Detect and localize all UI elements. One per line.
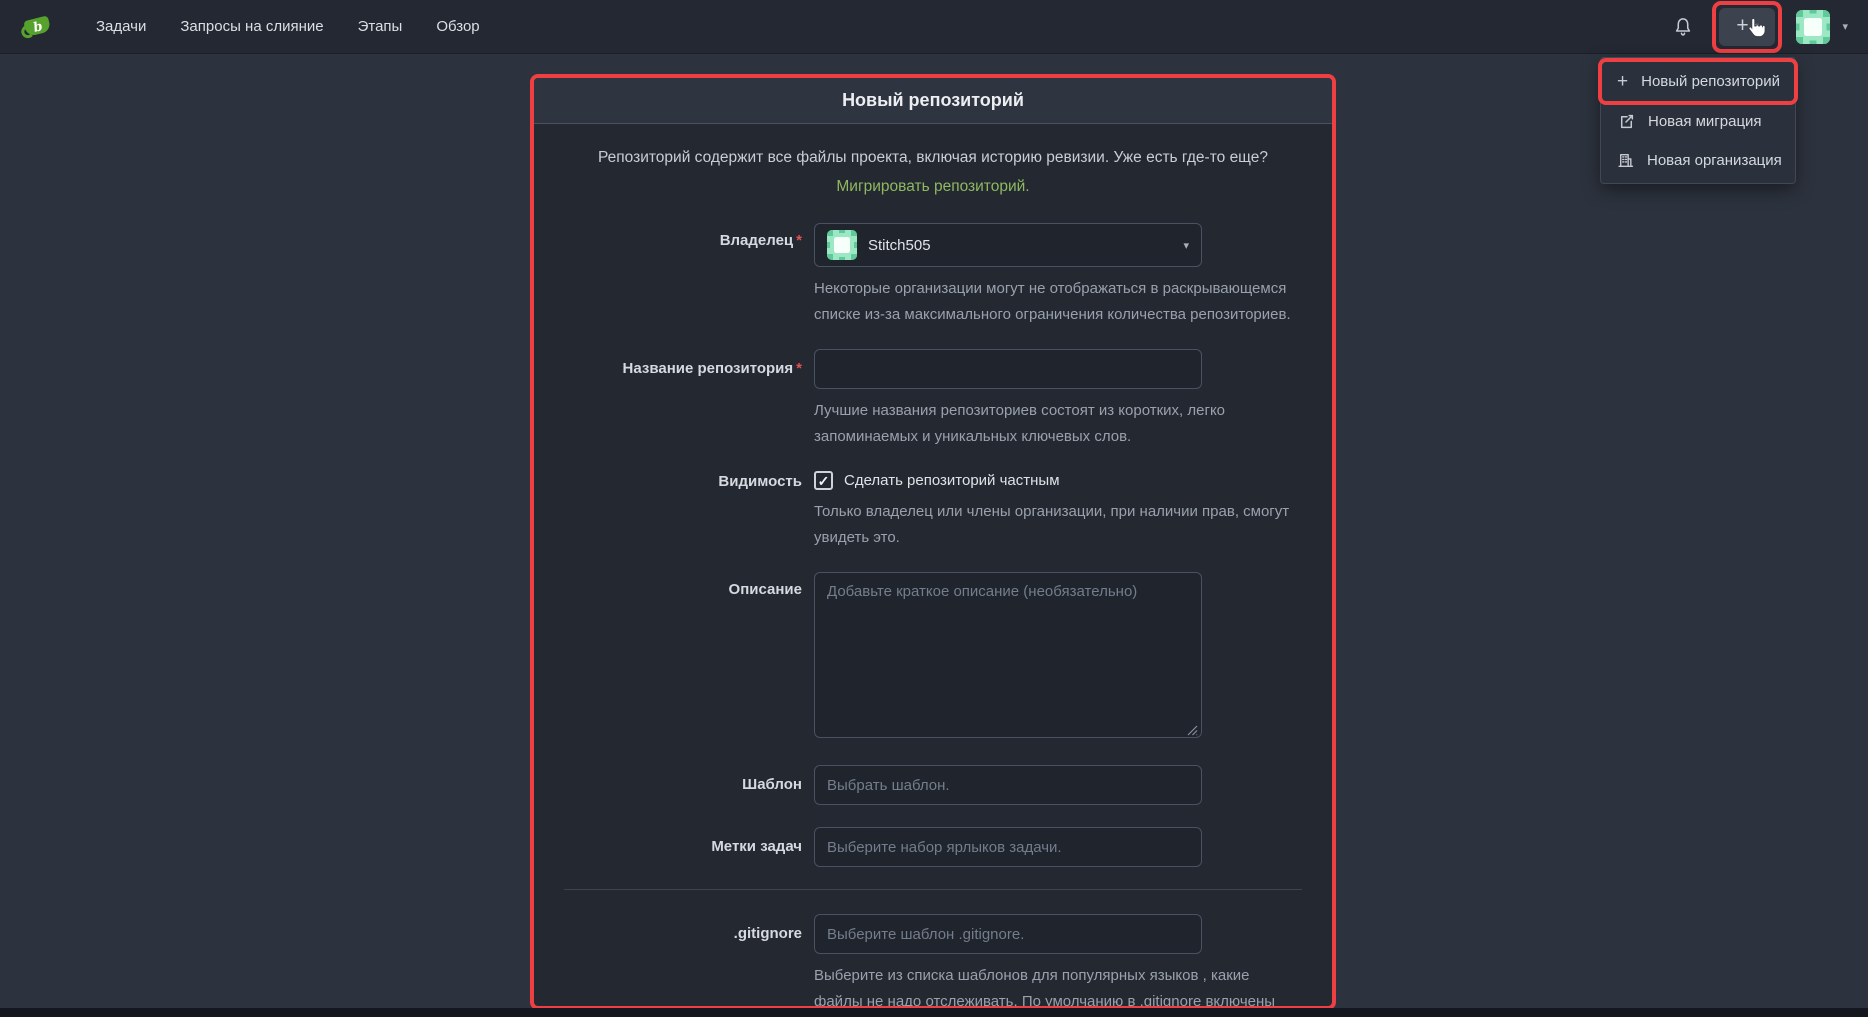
- visibility-label: Видимость: [564, 471, 802, 550]
- bottom-strip: [0, 1008, 1868, 1017]
- create-new-button[interactable]: + ▾: [1719, 8, 1775, 46]
- description-field: [814, 572, 1202, 743]
- gitignore-field: Выберите из списка шаблонов для популярн…: [814, 914, 1302, 1010]
- template-label: Шаблон: [564, 765, 802, 805]
- form-row-issue-labels: Метки задач: [564, 827, 1302, 867]
- required-asterisk: *: [796, 360, 802, 377]
- repo-name-label-text: Название репозитория: [623, 360, 794, 377]
- form-row-owner: Владелец* Stitch505: [564, 223, 1302, 327]
- migration-icon: [1617, 113, 1635, 130]
- repo-name-label: Название репозитория*: [564, 349, 802, 449]
- create-dropdown-menu: + Новый репозиторий Новая миграция Новая…: [1600, 57, 1796, 184]
- panel-body: Репозиторий содержит все файлы проекта, …: [534, 124, 1332, 1010]
- issue-labels-input[interactable]: [814, 827, 1202, 867]
- organization-icon: [1617, 152, 1634, 169]
- nav-item-explore[interactable]: Обзор: [422, 9, 493, 44]
- gitignore-label: .gitignore: [564, 914, 802, 1010]
- form-row-visibility: Видимость ✓ Сделать репозиторий частным …: [564, 471, 1302, 550]
- visibility-field: ✓ Сделать репозиторий частным Только вла…: [814, 471, 1302, 550]
- page-title: Новый репозиторий: [842, 90, 1024, 111]
- plus-icon: +: [1736, 15, 1748, 36]
- gitignore-input[interactable]: [814, 914, 1202, 954]
- issue-labels-field: [814, 827, 1302, 867]
- form-row-gitignore: .gitignore Выберите из списка шаблонов д…: [564, 914, 1302, 1010]
- navbar-right: + ▾ ▾: [1668, 1, 1854, 53]
- template-input[interactable]: [814, 765, 1202, 805]
- repo-name-help-text: Лучшие названия репозиториев состоят из …: [814, 398, 1302, 449]
- private-checkbox-line: ✓ Сделать репозиторий частным: [814, 471, 1302, 490]
- owner-field: Stitch505 ▾ Некоторые организации могут …: [814, 223, 1302, 327]
- owner-selected-value: Stitch505: [868, 237, 931, 254]
- description-label: Описание: [564, 572, 802, 743]
- primary-nav: Задачи Запросы на слияние Этапы Обзор: [82, 9, 494, 44]
- chevron-down-icon: ▾: [1754, 21, 1759, 32]
- notifications-bell-icon[interactable]: [1668, 12, 1698, 42]
- resize-handle-icon[interactable]: [1187, 725, 1198, 736]
- avatar-chevron-down-icon[interactable]: ▾: [1842, 20, 1848, 33]
- required-asterisk: *: [796, 232, 802, 249]
- intro-text: Репозиторий содержит все файлы проекта, …: [577, 144, 1289, 201]
- form-row-repo-name: Название репозитория* Лучшие названия ре…: [564, 349, 1302, 449]
- intro-text-body: Репозиторий содержит все файлы проекта, …: [598, 149, 1268, 166]
- menu-item-new-organization[interactable]: Новая организация: [1601, 141, 1795, 180]
- menu-item-label: Новый репозиторий: [1641, 73, 1780, 90]
- migrate-repository-link[interactable]: Мигрировать репозиторий.: [836, 178, 1029, 195]
- chevron-down-icon: ▾: [1183, 239, 1189, 252]
- gitignore-help-text: Выберите из списка шаблонов для популярн…: [814, 963, 1302, 1010]
- repo-name-field: Лучшие названия репозиториев состоят из …: [814, 349, 1302, 449]
- repo-name-input[interactable]: [814, 349, 1202, 389]
- nav-item-issues[interactable]: Задачи: [82, 9, 160, 44]
- menu-item-new-migration[interactable]: Новая миграция: [1601, 102, 1795, 141]
- visibility-help-text: Только владелец или члены организации, п…: [814, 499, 1302, 550]
- menu-item-label: Новая миграция: [1648, 113, 1762, 130]
- private-checkbox[interactable]: ✓: [814, 471, 833, 490]
- panel-header: Новый репозиторий: [534, 78, 1332, 124]
- user-avatar[interactable]: [1796, 10, 1830, 44]
- owner-help-text: Некоторые организации могут не отображат…: [814, 276, 1302, 327]
- form-row-description: Описание: [564, 572, 1302, 743]
- top-navbar: b Задачи Запросы на слияние Этапы Обзор …: [0, 0, 1868, 54]
- section-divider: [564, 889, 1302, 890]
- menu-item-new-repository[interactable]: + Новый репозиторий: [1601, 61, 1795, 102]
- plus-icon: +: [1617, 72, 1628, 91]
- description-textarea[interactable]: [814, 572, 1202, 738]
- owner-label-text: Владелец: [720, 232, 793, 249]
- owner-avatar: [827, 230, 857, 260]
- issue-labels-label: Метки задач: [564, 827, 802, 867]
- private-checkbox-label[interactable]: Сделать репозиторий частным: [844, 472, 1060, 489]
- annotation-box-plus-button: + ▾: [1712, 1, 1782, 53]
- owner-label: Владелец*: [564, 223, 802, 327]
- owner-select[interactable]: Stitch505 ▾: [814, 223, 1202, 267]
- form-row-template: Шаблон: [564, 765, 1302, 805]
- new-repository-panel: Новый репозиторий Репозиторий содержит в…: [530, 74, 1336, 1010]
- gitea-logo-icon[interactable]: b: [20, 9, 56, 45]
- nav-item-pull-requests[interactable]: Запросы на слияние: [166, 9, 337, 44]
- menu-item-label: Новая организация: [1647, 152, 1782, 169]
- template-field: [814, 765, 1302, 805]
- nav-item-milestones[interactable]: Этапы: [344, 9, 417, 44]
